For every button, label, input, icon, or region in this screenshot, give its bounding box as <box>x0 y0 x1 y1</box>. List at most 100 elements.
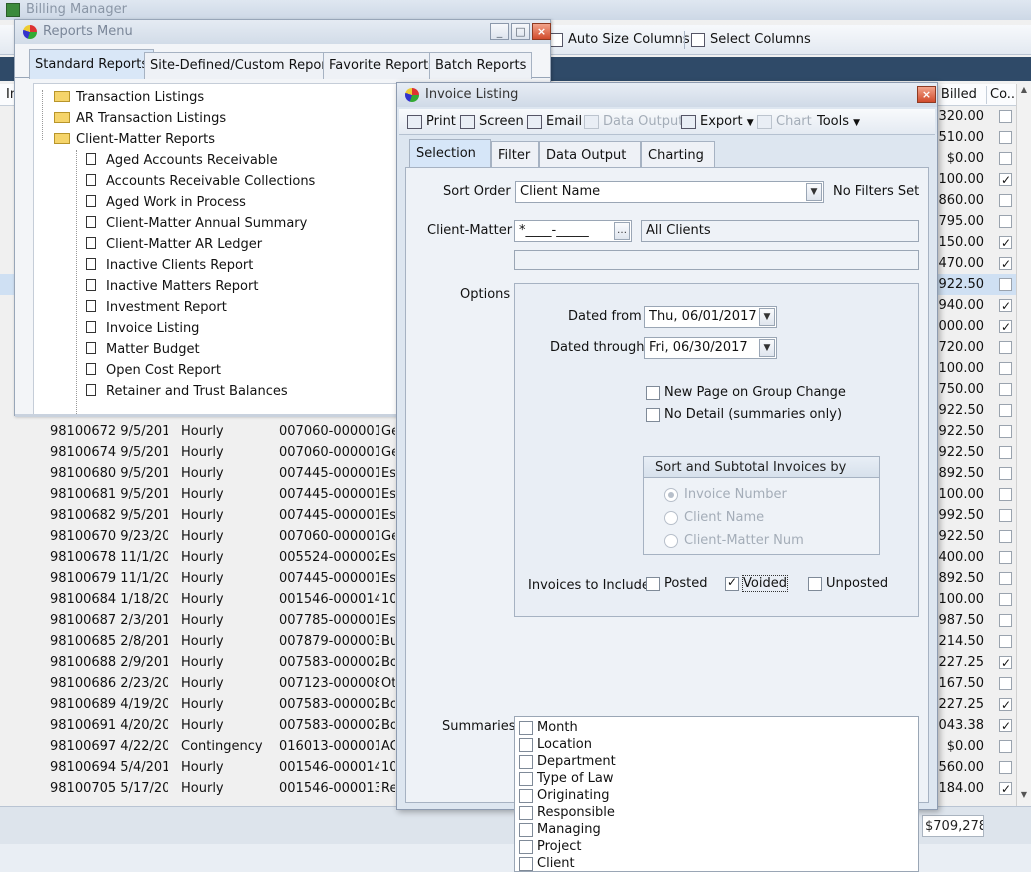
row-checkbox[interactable] <box>999 653 1012 674</box>
tree-report-item[interactable]: Client-Matter AR Ledger <box>86 234 262 255</box>
summary-checkbox[interactable]: Department <box>519 754 616 770</box>
tab-selection[interactable]: Selection <box>409 139 491 169</box>
row-checkbox[interactable] <box>999 254 1012 275</box>
row-checkbox[interactable] <box>999 677 1012 690</box>
export-button[interactable]: Export ▼ <box>679 112 754 132</box>
row-checkbox[interactable] <box>999 779 1012 800</box>
summary-checkbox[interactable]: Managing <box>519 822 601 838</box>
cell-client-matter: 007445-000001 <box>279 466 379 481</box>
maximize-icon[interactable]: □ <box>511 23 530 40</box>
email-button[interactable]: Email <box>525 112 582 132</box>
row-checkbox[interactable] <box>999 425 1012 438</box>
row-checkbox[interactable] <box>999 551 1012 564</box>
tab-charting[interactable]: Charting <box>641 141 715 168</box>
row-checkbox[interactable] <box>999 362 1012 375</box>
ellipsis-icon[interactable]: … <box>614 222 630 240</box>
row-checkbox[interactable] <box>999 509 1012 522</box>
row-checkbox[interactable] <box>999 296 1012 317</box>
row-checkbox[interactable] <box>999 131 1012 144</box>
column-header-co[interactable]: Co... <box>990 84 1019 106</box>
scroll-down-icon[interactable]: ▼ <box>1018 790 1030 802</box>
summary-checkbox[interactable]: Month <box>519 720 578 736</box>
cell-invoice: 98100689 4/19/2012 <box>50 697 168 712</box>
row-checkbox[interactable] <box>999 215 1012 228</box>
new-page-checkbox[interactable]: New Page on Group Change <box>646 385 846 401</box>
tree-report-item[interactable]: Matter Budget <box>86 339 200 360</box>
row-checkbox[interactable] <box>999 635 1012 648</box>
summary-checkbox[interactable]: Responsible <box>519 805 615 821</box>
folder-open-icon <box>54 133 70 144</box>
no-detail-checkbox[interactable]: No Detail (summaries only) <box>646 407 842 423</box>
row-checkbox[interactable] <box>999 467 1012 480</box>
tab-standard-reports[interactable]: Standard Reports <box>29 49 155 79</box>
client-matter-input[interactable]: *____-_____… <box>514 220 632 242</box>
summary-checkbox[interactable]: Originating <box>519 788 609 804</box>
row-checkbox[interactable] <box>999 110 1012 123</box>
row-checkbox[interactable] <box>999 404 1012 417</box>
cell-name: Ge <box>381 445 395 460</box>
row-checkbox[interactable] <box>999 278 1012 291</box>
row-checkbox[interactable] <box>999 614 1012 627</box>
auto-size-columns-button[interactable]: Auto Size Columns <box>546 29 696 51</box>
row-checkbox[interactable] <box>999 152 1012 165</box>
posted-checkbox[interactable]: Posted <box>646 576 707 592</box>
row-checkbox[interactable] <box>999 530 1012 543</box>
dated-through-picker[interactable]: Fri, 06/30/2017 ▼ <box>644 337 777 359</box>
row-checkbox[interactable] <box>999 341 1012 354</box>
row-checkbox[interactable] <box>999 593 1012 606</box>
scroll-up-icon[interactable]: ▲ <box>1018 85 1030 97</box>
tree-folder-client-matter-reports[interactable]: Client-Matter Reports <box>54 129 215 150</box>
close-icon[interactable]: × <box>532 23 551 40</box>
dated-from-picker[interactable]: Thu, 06/01/2017 ▼ <box>644 306 777 328</box>
grid-vertical-scrollbar[interactable]: ▲ ▼ <box>1016 84 1031 806</box>
minimize-icon[interactable]: _ <box>490 23 509 40</box>
row-checkbox[interactable] <box>999 233 1012 254</box>
row-checkbox[interactable] <box>999 695 1012 716</box>
tab-data-output[interactable]: Data Output <box>539 141 641 168</box>
tree-report-item[interactable]: Aged Accounts Receivable <box>86 150 278 171</box>
close-icon[interactable]: × <box>917 86 936 103</box>
row-checkbox[interactable] <box>999 488 1012 501</box>
row-checkbox[interactable] <box>999 194 1012 207</box>
summary-checkbox[interactable]: Type of Law <box>519 771 614 787</box>
tree-report-item[interactable]: Inactive Clients Report <box>86 255 253 276</box>
sort-by-client-name-radio[interactable]: Client Name <box>664 510 764 526</box>
row-checkbox[interactable] <box>999 761 1012 774</box>
summary-checkbox[interactable]: Location <box>519 737 592 753</box>
screen-button[interactable]: Screen <box>458 112 524 132</box>
summary-checkbox[interactable]: Project <box>519 839 581 855</box>
toolbar-divider <box>684 31 685 49</box>
tree-report-item[interactable]: Retainer and Trust Balances <box>86 381 288 402</box>
sort-by-invoice-number-radio[interactable]: Invoice Number <box>664 487 787 503</box>
summary-checkbox[interactable]: Client <box>519 856 575 871</box>
tree-report-item[interactable]: Client-Matter Annual Summary <box>86 213 307 234</box>
tools-menu[interactable]: Tools ▼ <box>797 112 860 132</box>
sort-order-select[interactable]: Client Name ▼ <box>515 181 824 203</box>
row-checkbox[interactable] <box>999 716 1012 737</box>
tree-report-item[interactable]: Inactive Matters Report <box>86 276 258 297</box>
row-checkbox[interactable] <box>999 317 1012 338</box>
row-checkbox[interactable] <box>999 170 1012 191</box>
row-checkbox[interactable] <box>999 383 1012 396</box>
sort-by-client-matter-radio[interactable]: Client-Matter Numb <box>664 533 804 549</box>
tree-report-item[interactable]: Open Cost Report <box>86 360 221 381</box>
tab-site-defined-reports[interactable]: Site-Defined/Custom Reports <box>144 52 345 79</box>
tree-report-item[interactable]: Aged Work in Process <box>86 192 246 213</box>
voided-checkbox[interactable]: Voided <box>725 574 788 592</box>
tree-folder-ar-transaction-listings[interactable]: AR Transaction Listings <box>54 108 226 129</box>
print-button[interactable]: Print <box>405 112 456 132</box>
tab-filter[interactable]: Filter <box>491 141 539 168</box>
select-columns-button[interactable]: Select Columns <box>688 29 817 51</box>
data-output-button[interactable]: Data Output <box>582 112 683 132</box>
tree-report-item[interactable]: Invoice Listing <box>86 318 199 339</box>
row-checkbox[interactable] <box>999 740 1012 753</box>
tree-report-item[interactable]: Investment Report <box>86 297 227 318</box>
tree-folder-transaction-listings[interactable]: Transaction Listings <box>54 87 204 108</box>
tree-report-item[interactable]: Accounts Receivable Collections <box>86 171 315 192</box>
row-checkbox[interactable] <box>999 572 1012 585</box>
unposted-checkbox[interactable]: Unposted <box>808 576 888 592</box>
row-checkbox[interactable] <box>999 446 1012 459</box>
invoice-listing-title-bar: Invoice Listing × <box>397 83 937 107</box>
tab-batch-reports[interactable]: Batch Reports <box>429 52 533 79</box>
tab-favorite-reports[interactable]: Favorite Reports <box>323 52 441 79</box>
